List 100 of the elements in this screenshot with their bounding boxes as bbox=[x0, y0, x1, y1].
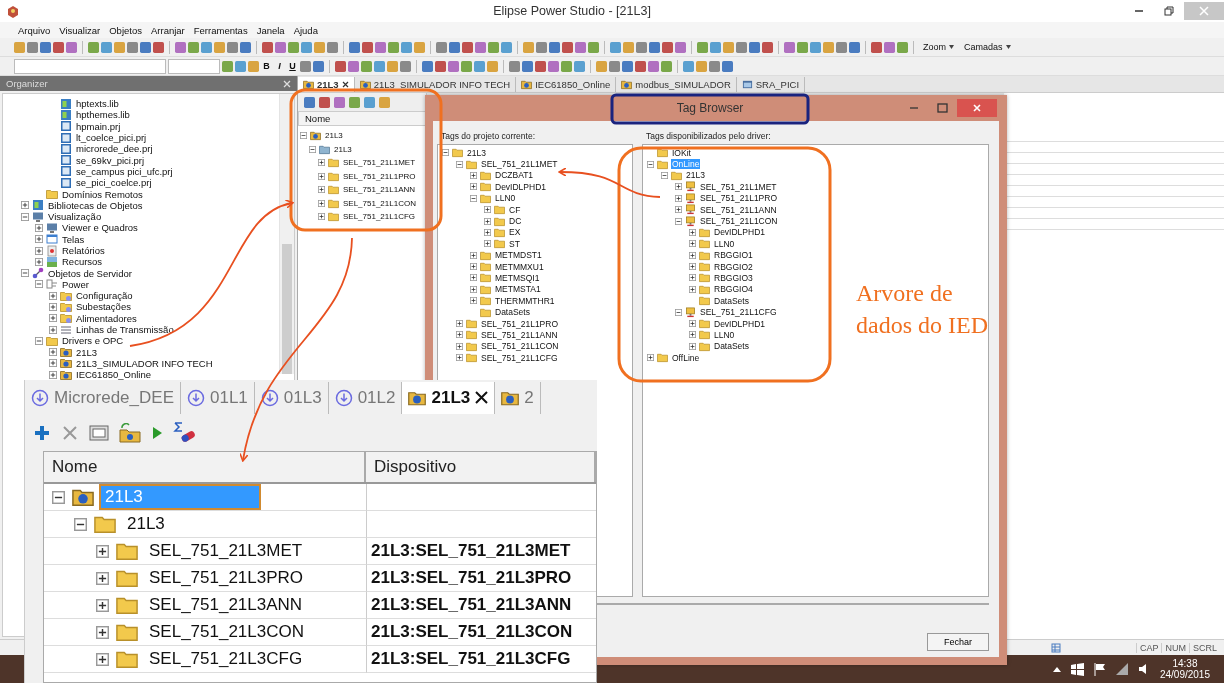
document-tab[interactable]: 21L3 bbox=[402, 381, 496, 414]
tree-label[interactable]: Subestações bbox=[75, 301, 132, 313]
tree-label[interactable]: SEL_751_21L1MET bbox=[699, 181, 778, 192]
table-row[interactable]: SEL_751_21L3PRO 21L3:SEL_751_21L3PRO bbox=[44, 565, 596, 592]
tree-label[interactable]: DataSets bbox=[494, 307, 531, 318]
tree-item[interactable]: SEL_751_21L1ANN bbox=[647, 203, 778, 216]
tree-item[interactable]: OffLine bbox=[647, 352, 701, 364]
tree-label[interactable]: 21L3 bbox=[466, 147, 487, 158]
tree-item[interactable]: SEL_751_21L1ANN bbox=[442, 329, 559, 341]
tree-item[interactable]: Domínios Remotos bbox=[21, 188, 144, 200]
tree-label[interactable]: DevIDLPHD1 bbox=[494, 181, 548, 192]
tree-label[interactable]: SEL_751_21L1ANN bbox=[699, 204, 778, 215]
tree-item[interactable]: SEL_751_21L1CFG bbox=[442, 352, 559, 364]
tree-label[interactable]: SEL_751_21L1PRO bbox=[480, 318, 560, 329]
tree-item[interactable]: CF bbox=[442, 203, 522, 216]
document-tab[interactable]: 01L1 bbox=[181, 381, 255, 414]
column-header[interactable]: Dispositivo bbox=[366, 452, 596, 482]
document-tab[interactable]: 01L3 bbox=[254, 381, 329, 414]
table-row[interactable]: SEL_751_21L3CFG 21L3:SEL_751_21L3CFG bbox=[44, 646, 596, 673]
tree-item[interactable]: Objetos de Servidor bbox=[21, 267, 133, 279]
tree-label[interactable]: Visualização bbox=[47, 211, 103, 223]
name-cell[interactable]: 21L3 bbox=[123, 513, 169, 535]
tree-item[interactable]: 21L3 bbox=[647, 169, 706, 182]
tree-label[interactable]: SEL_751_21L1PRO bbox=[699, 193, 779, 204]
tree-item[interactable]: SEL_751_21L1CFG bbox=[647, 306, 778, 318]
tree-label[interactable]: SEL_751_21L1CON bbox=[699, 216, 779, 227]
tree-label[interactable]: Configuração bbox=[75, 290, 134, 302]
tree-item[interactable]: SEL_751_21L1MET bbox=[442, 158, 559, 170]
tree-label[interactable]: se_69kv_pici.prj bbox=[75, 154, 146, 166]
tree-label[interactable]: se_pici_coelce.prj bbox=[75, 177, 153, 189]
clock[interactable]: 14:38 24/09/2015 bbox=[1159, 658, 1210, 680]
name-cell[interactable]: SEL_751_21L3MET bbox=[145, 540, 307, 562]
tree-label[interactable]: Power bbox=[61, 278, 90, 290]
tree-item[interactable]: SEL_751_21L1MET bbox=[300, 156, 417, 170]
tree-item[interactable]: ST bbox=[442, 238, 521, 250]
menu-item[interactable]: Ajuda bbox=[293, 24, 318, 36]
tree-label[interactable]: microrede_dee.prj bbox=[75, 143, 154, 155]
format-button[interactable]: U bbox=[287, 61, 298, 71]
tree-item[interactable]: METMMXU1 bbox=[442, 260, 545, 273]
tree-label[interactable]: SEL_751_21L1CFG bbox=[480, 352, 559, 363]
tree-item[interactable]: se_pici_coelce.prj bbox=[21, 177, 153, 189]
name-cell[interactable]: SEL_751_21L3PRO bbox=[145, 567, 308, 589]
tree-item[interactable]: 21L3 bbox=[442, 147, 487, 159]
table-row[interactable]: 21L3 bbox=[44, 511, 596, 538]
tree-label[interactable]: ST bbox=[508, 238, 521, 249]
tree-item[interactable]: hptexts.lib bbox=[21, 98, 120, 110]
tree-label[interactable]: 21L3 bbox=[685, 170, 706, 181]
tree-label[interactable]: Drivers e OPC bbox=[61, 335, 125, 347]
tree-label[interactable]: 21L3 bbox=[333, 144, 353, 154]
tree-item[interactable]: SEL_751_21L1PRO bbox=[647, 192, 779, 204]
menu-item[interactable]: Ferramentas bbox=[193, 24, 248, 36]
tree-label[interactable]: DevIDLPHD1 bbox=[713, 227, 767, 238]
tree-item[interactable]: Alimentadores bbox=[21, 312, 138, 324]
tree-label[interactable]: METMDST1 bbox=[494, 250, 543, 261]
tree-label[interactable]: IOKit bbox=[671, 147, 692, 158]
tree-label[interactable]: hpmain.prj bbox=[75, 120, 122, 132]
tree-item[interactable]: Relatórios bbox=[21, 244, 106, 257]
table-row[interactable]: SEL_751_21L3ANN 21L3:SEL_751_21L3ANN bbox=[44, 592, 596, 619]
tree-label[interactable]: IEC61850_Online bbox=[75, 369, 152, 381]
tree-item[interactable]: lt_coelce_pici.prj bbox=[21, 131, 148, 144]
tree-label[interactable]: SEL_751_21L1ANN bbox=[342, 185, 417, 195]
tree-label[interactable]: SEL_751_21L1MET bbox=[342, 158, 417, 168]
tree-item[interactable]: Bibliotecas de Objetos bbox=[21, 199, 144, 211]
tree-item[interactable]: Recursos bbox=[21, 256, 104, 268]
name-cell[interactable]: SEL_751_21L3CFG bbox=[145, 648, 307, 670]
tree-item[interactable]: microrede_dee.prj bbox=[21, 143, 154, 155]
tree-item[interactable]: DataSets bbox=[442, 306, 531, 318]
tree-item[interactable]: RBGGIO4 bbox=[647, 283, 754, 296]
document-tab[interactable]: modbus_SIMULADOR bbox=[616, 76, 737, 92]
tree-item[interactable]: hpmain.prj bbox=[21, 120, 122, 132]
tree-label[interactable]: 21L3 bbox=[75, 346, 99, 358]
tree-item[interactable]: METMDST1 bbox=[442, 249, 543, 261]
tree-item[interactable]: DevIDLPHD1 bbox=[442, 181, 548, 193]
tree-item[interactable]: SEL_751_21L1MET bbox=[647, 181, 778, 193]
table-row[interactable]: SEL_751_21L3MET 21L3:SEL_751_21L3MET bbox=[44, 538, 596, 565]
tree-label[interactable]: Relatórios bbox=[61, 245, 106, 256]
tree-label[interactable]: METMSTA1 bbox=[494, 284, 542, 295]
tree-item[interactable]: SEL_751_21L1ANN bbox=[300, 183, 417, 197]
close-dialog-button[interactable]: Fechar bbox=[927, 633, 989, 651]
tree-item[interactable]: RBGGIO2 bbox=[647, 260, 754, 273]
tree-label[interactable]: se_campus pici_ufc.prj bbox=[75, 165, 174, 177]
tree-item[interactable]: IOKit bbox=[647, 147, 692, 159]
tree-label[interactable]: LLN0 bbox=[494, 193, 517, 204]
tree-label[interactable]: DataSets bbox=[713, 295, 750, 306]
tree-item[interactable]: METMSTA1 bbox=[442, 283, 542, 296]
tree-item[interactable]: SEL_751_21L1CFG bbox=[300, 210, 417, 224]
tree-label[interactable]: LLN0 bbox=[713, 238, 736, 249]
tree-item[interactable]: DC bbox=[442, 215, 523, 227]
tree-label[interactable]: lt_coelce_pici.prj bbox=[75, 132, 148, 144]
menu-item[interactable]: Objetos bbox=[109, 24, 142, 36]
tree-label[interactable]: Objetos de Servidor bbox=[47, 267, 133, 279]
tree-item[interactable]: LLN0 bbox=[647, 329, 736, 341]
tree-label[interactable]: SEL_751_21L1PRO bbox=[342, 171, 417, 181]
document-tab[interactable]: 21L3_SIMULADOR INFO TECH bbox=[354, 76, 517, 92]
tree-label[interactable]: RBGGIO3 bbox=[713, 273, 754, 283]
tree-label[interactable]: 21L3_SIMULADOR INFO TECH bbox=[75, 357, 214, 369]
tree-label[interactable]: Viewer e Quadros bbox=[61, 222, 139, 234]
tree-item[interactable]: DataSets bbox=[647, 340, 750, 353]
tree-item[interactable]: 21L3_SIMULADOR INFO TECH bbox=[21, 357, 214, 370]
tree-item[interactable]: RBGGIO1 bbox=[647, 249, 754, 261]
